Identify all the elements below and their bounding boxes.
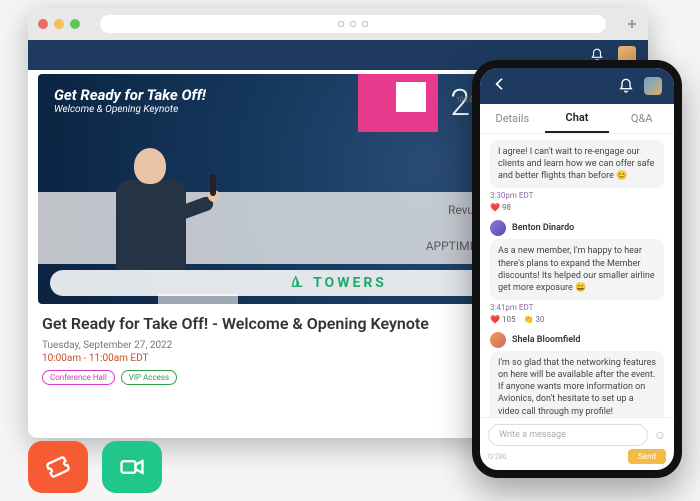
video-icon bbox=[118, 453, 146, 481]
reaction-heart[interactable]: ❤️ 98 bbox=[490, 203, 511, 212]
hero-title-sub: Welcome & Opening Keynote bbox=[54, 104, 206, 115]
url-dot-icon bbox=[362, 21, 368, 27]
chat-reactions[interactable]: ❤️ 105 👏 30 bbox=[490, 315, 664, 324]
tab-chat[interactable]: Chat bbox=[545, 104, 610, 133]
window-controls bbox=[38, 19, 80, 29]
tag-conference-hall[interactable]: Conference Hall bbox=[42, 370, 115, 385]
add-tab-icon[interactable] bbox=[626, 18, 638, 30]
chat-input-area: Write a message ☺ 0/280 Send bbox=[480, 417, 674, 470]
tab-details[interactable]: Details bbox=[480, 104, 545, 133]
send-button[interactable]: Send bbox=[628, 449, 666, 464]
mobile-tabs: Details Chat Q&A bbox=[480, 104, 674, 134]
chat-message: I agree! I can't wait to re-engage our c… bbox=[490, 140, 664, 212]
avatar[interactable] bbox=[490, 332, 506, 348]
browser-chrome-bar bbox=[28, 8, 648, 40]
reaction-heart[interactable]: ❤️ 105 bbox=[490, 315, 515, 324]
towers-label: TOWERS bbox=[313, 275, 387, 291]
chat-placeholder: Write a message bbox=[499, 430, 566, 440]
ticket-icon bbox=[44, 453, 72, 481]
bell-icon[interactable] bbox=[618, 78, 634, 94]
chat-bubble: As a new member, I'm happy to hear there… bbox=[490, 239, 664, 300]
fab-row bbox=[28, 441, 162, 493]
avatar[interactable] bbox=[490, 220, 506, 236]
ticket-fab[interactable] bbox=[28, 441, 88, 493]
video-fab[interactable] bbox=[102, 441, 162, 493]
event-logo-icon bbox=[358, 74, 438, 132]
session-date: Tuesday, September 27, 2022 bbox=[42, 340, 429, 351]
chat-time: 3:41pm EDT bbox=[490, 303, 664, 312]
url-bar[interactable] bbox=[100, 15, 606, 33]
chat-author: Benton Dinardo bbox=[512, 223, 574, 233]
chat-thread[interactable]: I agree! I can't wait to re-engage our c… bbox=[480, 134, 674, 417]
chat-author: Shela Bloomfield bbox=[512, 335, 580, 345]
url-dot-icon bbox=[350, 21, 356, 27]
towers-icon bbox=[289, 273, 305, 293]
hero-title: Get Ready for Take Off! Welcome & Openin… bbox=[54, 86, 206, 115]
emoji-picker-icon[interactable]: ☺ bbox=[654, 428, 666, 442]
back-arrow-icon[interactable] bbox=[492, 76, 508, 96]
close-window-icon[interactable] bbox=[38, 19, 48, 29]
avatar[interactable] bbox=[644, 77, 662, 95]
mobile-chat-panel: Details Chat Q&A I agree! I can't wait t… bbox=[472, 60, 682, 478]
session-time: 10:00am - 11:00am EDT bbox=[42, 353, 429, 364]
tag-vip-access[interactable]: VIP Access bbox=[121, 370, 177, 385]
chat-message: Benton Dinardo As a new member, I'm happ… bbox=[490, 220, 664, 324]
chat-bubble: I agree! I can't wait to re-engage our c… bbox=[490, 140, 664, 188]
session-tags: Conference Hall VIP Access bbox=[42, 370, 429, 385]
mobile-top-bar bbox=[480, 68, 674, 104]
chat-bubble: I'm so glad that the networking features… bbox=[490, 351, 664, 417]
reaction-clap[interactable]: 👏 30 bbox=[523, 315, 544, 324]
minimize-window-icon[interactable] bbox=[54, 19, 64, 29]
hero-title-main: Get Ready for Take Off! bbox=[54, 86, 206, 104]
session-title: Get Ready for Take Off! - Welcome & Open… bbox=[42, 314, 429, 334]
tab-qa[interactable]: Q&A bbox=[609, 104, 674, 133]
maximize-window-icon[interactable] bbox=[70, 19, 80, 29]
url-dot-icon bbox=[338, 21, 344, 27]
chat-input[interactable]: Write a message bbox=[488, 424, 648, 446]
chat-time: 3:30pm EDT bbox=[490, 191, 664, 200]
chat-reactions[interactable]: ❤️ 98 bbox=[490, 203, 664, 212]
chat-message: Shela Bloomfield I'm so glad that the ne… bbox=[490, 332, 664, 417]
char-count: 0/280 bbox=[488, 453, 507, 461]
